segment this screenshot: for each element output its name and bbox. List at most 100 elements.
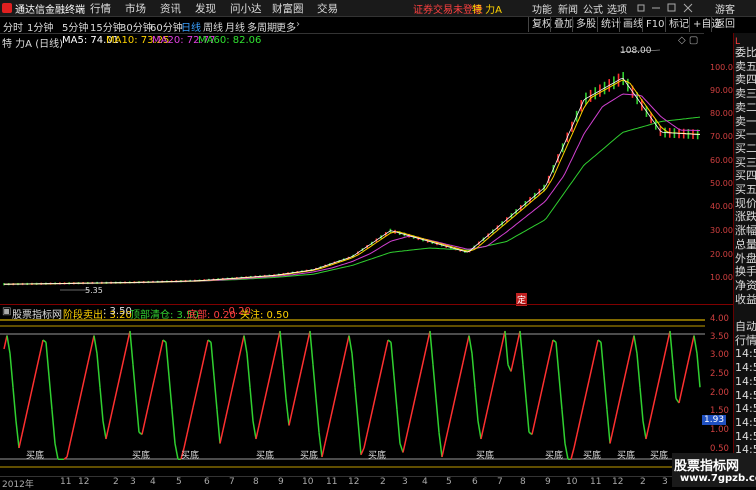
tab-period-15min[interactable]: 15分钟 [90, 19, 123, 34]
oscillator-segment [600, 342, 605, 377]
ma5-line [4, 78, 701, 285]
side-panel-item: 14:55 [735, 402, 756, 416]
oscillator-segment [315, 398, 320, 433]
oscillator-segment [42, 339, 47, 343]
menu-item-news[interactable]: 资讯 [160, 1, 181, 16]
oscillator-segment [573, 434, 578, 449]
oscillator-segment [597, 339, 602, 343]
tab-period-multi[interactable]: 多周期 [247, 19, 277, 34]
more-arrow-icon[interactable]: › [296, 19, 300, 30]
menu-item-assistant[interactable]: 问小达 [230, 1, 262, 16]
maximize-icon[interactable] [667, 3, 676, 12]
oscillator-segment [132, 364, 137, 399]
oscillator-segment [96, 353, 101, 388]
oscillator-segment [147, 393, 152, 408]
oscillator-segment [207, 339, 212, 343]
oscillator-segment [387, 339, 392, 343]
side-panel-item: 卖五 [735, 59, 756, 73]
oscillator-segment [309, 330, 314, 365]
guest-user[interactable]: 游客 [715, 1, 735, 16]
oscillator-segment [669, 330, 674, 365]
oscillator-segment [192, 393, 197, 408]
oscillator-segment [651, 398, 656, 413]
tab-period-more[interactable]: 更多 [276, 19, 296, 34]
menu-item-wealth[interactable]: 财富圈 [272, 1, 304, 16]
oscillator-segment [453, 389, 458, 404]
x-tick-label: 4 [150, 477, 156, 487]
oscillator-segment [375, 380, 380, 395]
menu-item-discover[interactable]: 发现 [195, 1, 216, 16]
oscillator-segment [150, 380, 155, 395]
side-panel-item: 14:55 [735, 374, 756, 388]
side-panel-item: 买五 [735, 183, 756, 196]
oscillator-segment [543, 366, 548, 381]
oscillator-segment [522, 364, 527, 399]
oscillator-segment [246, 353, 251, 388]
oscillator-segment [165, 342, 170, 377]
main-price-chart[interactable] [0, 44, 733, 304]
oscillator-segment [489, 384, 494, 399]
menu-item-quotes[interactable]: 行情 [90, 1, 111, 16]
oscillator-segment [366, 420, 371, 435]
oscillator-segment [219, 429, 224, 444]
oscillator-segment [534, 407, 539, 422]
window-icon-1[interactable] [637, 4, 645, 12]
oscillator-segment [657, 371, 662, 386]
oscillator-segment [90, 335, 95, 350]
tab-period-60min[interactable]: 60分钟 [150, 19, 183, 34]
tab-period-30min[interactable]: 30分钟 [120, 19, 153, 34]
side-panel-item: 14:55 [735, 415, 756, 429]
menu-formula[interactable]: 公式 [583, 1, 603, 16]
oscillator-segment [468, 335, 473, 354]
tab-period-daily[interactable]: 日线 [181, 19, 201, 34]
side-panel-item: 委比 [735, 46, 756, 59]
oscillator-segment [330, 402, 335, 417]
oscillator-segment [381, 353, 386, 368]
toolbar-back[interactable]: 返回 [711, 17, 738, 32]
oscillator-segment [591, 353, 596, 368]
oscillator-segment [432, 364, 437, 399]
oscillator-segment [186, 420, 191, 435]
oscillator-segment [513, 344, 518, 359]
oscillator-segment [342, 348, 347, 363]
menu-options[interactable]: 选项 [607, 1, 627, 16]
oscillator-segment [384, 339, 389, 354]
oscillator-segment [564, 443, 569, 460]
toolbar-f10[interactable]: F10 [642, 17, 667, 32]
pane-divider[interactable] [0, 304, 733, 305]
oscillator-segment [483, 411, 488, 426]
tab-period-timeshare[interactable]: 分时 [3, 19, 23, 34]
oscillator-segment [261, 398, 266, 413]
oscillator-segment [414, 384, 419, 399]
oscillator-segment [228, 389, 233, 404]
oscillator-segment [429, 330, 434, 365]
side-panel-item: 14:55 [735, 388, 756, 402]
tab-period-5min[interactable]: 5分钟 [62, 19, 88, 34]
oscillator-segment [621, 375, 626, 390]
toolbar-mark[interactable]: 标记 [665, 17, 692, 32]
oscillator-segment [435, 398, 440, 433]
oscillator-segment [189, 407, 194, 422]
x-tick-label: 6 [472, 477, 478, 487]
oscillator-segment [93, 335, 98, 354]
menu-item-trade[interactable]: 交易 [317, 1, 338, 16]
oscillator-segment [696, 353, 701, 388]
tab-period-monthly[interactable]: 月线 [225, 19, 245, 34]
oscillator-segment [255, 425, 260, 440]
menu-function[interactable]: 功能 [532, 1, 552, 16]
side-panel-item: 卖三 [735, 87, 756, 101]
tab-period-weekly[interactable]: 周线 [203, 19, 223, 34]
window-controls [637, 3, 693, 13]
tab-period-1min[interactable]: 1分钟 [27, 19, 53, 34]
y-tick: 10.00 [710, 273, 733, 282]
oscillator-segment [318, 432, 323, 458]
oscillator-segment [237, 348, 242, 363]
close-icon[interactable] [683, 3, 693, 13]
y-tick: 80.00 [710, 109, 733, 118]
menu-item-market[interactable]: 市场 [125, 1, 146, 16]
y-tick: 60.00 [710, 156, 733, 165]
oscillator-segment [363, 434, 368, 449]
oscillator-segment [129, 330, 134, 365]
menu-news[interactable]: 新闻 [558, 1, 578, 16]
toolbar-multi-stock[interactable]: 多股 [572, 17, 599, 32]
